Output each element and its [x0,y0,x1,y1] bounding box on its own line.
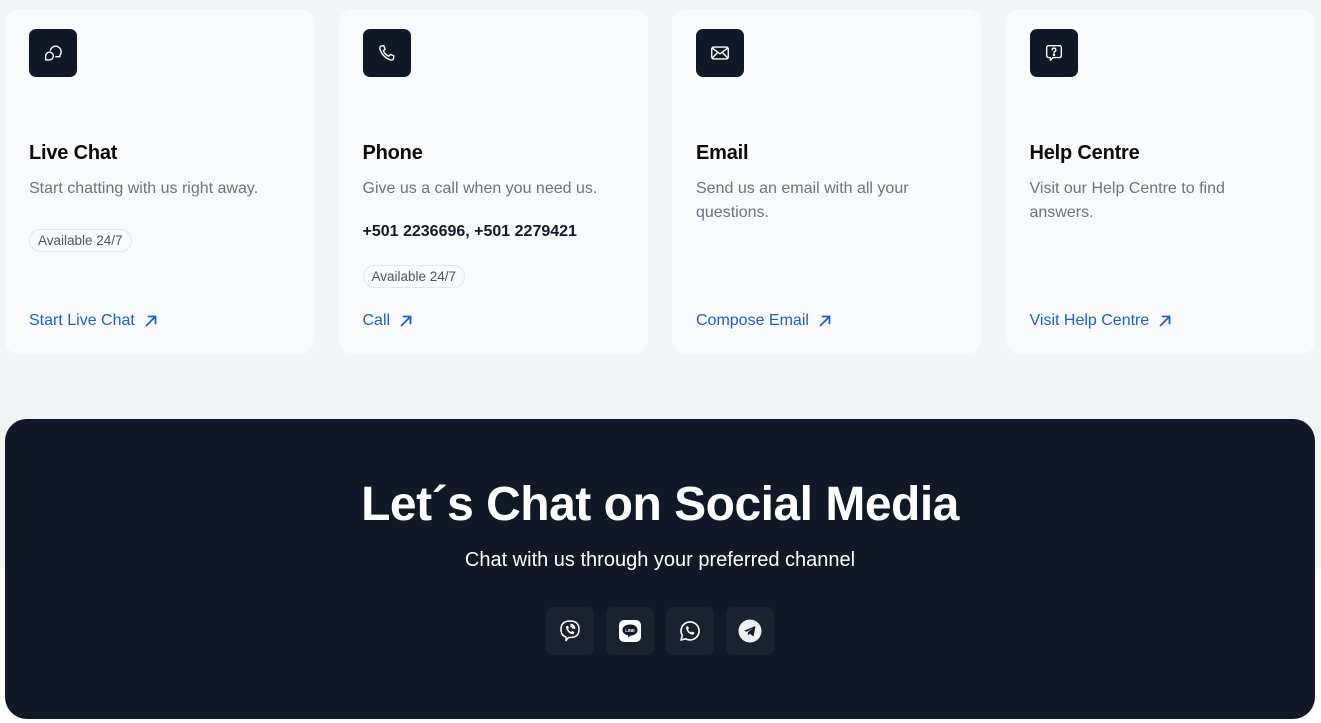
line-icon: LINE [619,620,641,642]
contact-options: Live Chat Start chatting with us right a… [5,9,1315,354]
whatsapp-button[interactable] [666,607,714,655]
social-channels: LINE [546,607,774,655]
card-title: Live Chat [29,142,118,164]
svg-text:LINE: LINE [625,628,635,633]
arrow-up-right-icon [1159,315,1171,327]
viber-icon [560,620,580,642]
help-bubble-icon [1029,29,1078,77]
card-title: Email [696,142,749,164]
link-label: Compose Email [696,312,809,329]
compose-email-link[interactable]: Compose Email [696,312,833,330]
card-title: Phone [362,142,423,164]
card-live-chat: Live Chat Start chatting with us right a… [5,9,314,354]
card-title: Help Centre [1029,142,1140,164]
visit-help-centre-link[interactable]: Visit Help Centre [1030,312,1174,330]
start-live-chat-link[interactable]: Start Live Chat [29,312,159,330]
mail-icon [696,29,744,77]
telegram-button[interactable] [726,607,774,655]
card-email: Email Send us an email with all your que… [672,9,981,354]
call-link[interactable]: Call [363,312,415,330]
link-label: Start Live Chat [29,312,135,329]
arrow-up-right-icon [819,315,831,327]
arrow-up-right-icon [145,315,157,327]
card-description: Visit our Help Centre to find answers. [1029,180,1225,221]
availability-badge: Available 24/7 [362,265,466,288]
availability-badge: Available 24/7 [29,229,132,252]
card-phone: Phone Give us a call when you need us. +… [338,9,648,354]
arrow-up-right-icon [400,315,412,327]
card-help-centre: Help Centre Visit our Help Centre to fin… [1005,9,1315,354]
line-button[interactable]: LINE [606,607,654,655]
social-title: Let´s Chat on Social Media [361,478,959,531]
link-label: Visit Help Centre [1029,312,1150,329]
social-media-section: Let´s Chat on Social Media Chat with us … [5,419,1315,719]
whatsapp-icon [680,621,700,641]
card-description: Start chatting with us right away. [29,180,259,197]
chat-bubbles-icon [29,29,77,77]
viber-button[interactable] [546,607,594,655]
social-subtitle: Chat with us through your preferred chan… [464,549,856,571]
phone-numbers: +501 2236696, +501 2279421 [362,223,577,240]
phone-icon [362,29,411,77]
card-description: Give us a call when you need us. [362,180,598,197]
telegram-icon [738,619,762,643]
card-description: Send us an email with all your questions… [696,180,909,221]
link-label: Call [362,312,391,329]
